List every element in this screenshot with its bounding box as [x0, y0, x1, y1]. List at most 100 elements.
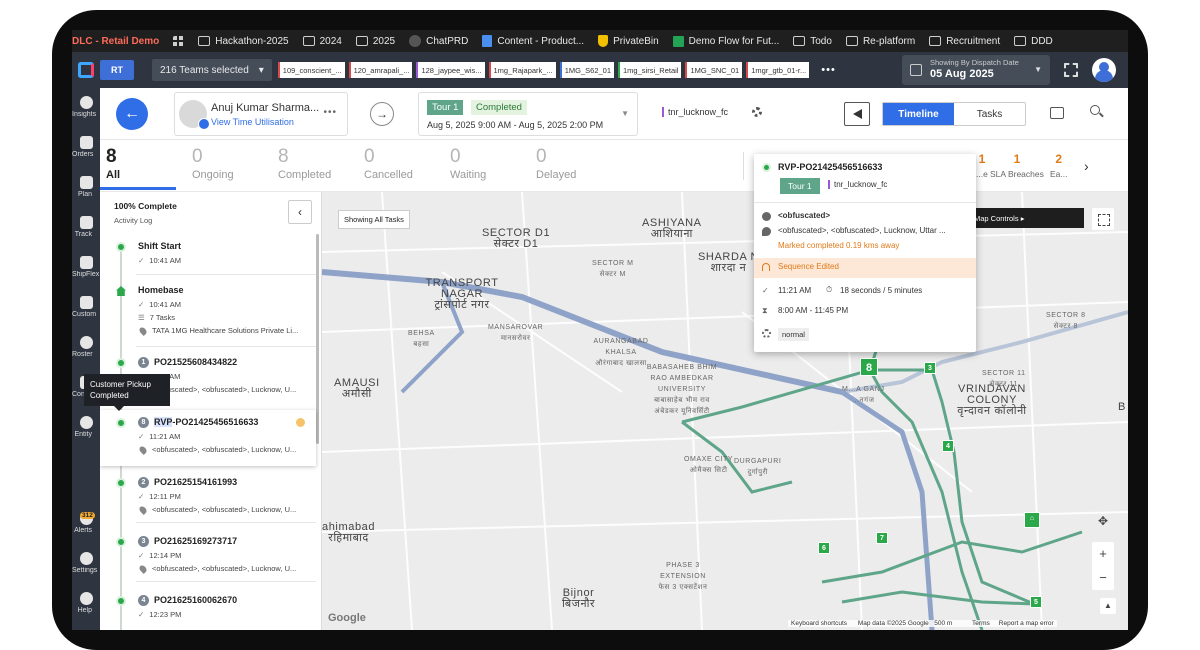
insights-icon [79, 96, 93, 109]
back-button[interactable]: ← [116, 98, 148, 130]
team-chip[interactable]: 1MG_SNC_01 [685, 62, 743, 78]
map-stop-marker[interactable]: 3 [924, 362, 936, 374]
timeline-task[interactable]: 4 PO21625160062670 ✓ 12:23 PM [100, 592, 316, 630]
teams-selector[interactable]: 216 Teams selected ▾ [152, 59, 272, 81]
collapse-panel-button[interactable]: ‹ [288, 200, 312, 224]
keyboard-shortcuts-link[interactable]: Keyboard shortcuts [791, 620, 847, 627]
stat-sla-breaches[interactable]: 1 SLA Breaches [990, 152, 1044, 179]
completion-distance: Marked completed 0.19 kms away [778, 241, 900, 250]
pan-icon[interactable]: ✥ [1094, 514, 1112, 532]
shield-icon [598, 35, 609, 47]
bookmark-ddd[interactable]: DDD [1014, 36, 1053, 47]
map-stop-marker[interactable]: 4 [942, 440, 954, 452]
team-chip[interactable]: 1mgr_gtb_01-r... [746, 62, 810, 78]
bookmark-privatebin[interactable]: PrivateBin [598, 35, 659, 47]
bookmark-dlc-retail-demo[interactable]: DLC - Retail Demo [72, 36, 159, 47]
divider [136, 522, 316, 523]
stat-ongoing[interactable]: 0 Ongoing [192, 146, 234, 181]
zoom-in-button[interactable]: + [1092, 542, 1114, 566]
map-fullscreen-button[interactable] [1092, 208, 1114, 230]
chevron-right-icon[interactable]: › [1084, 158, 1089, 174]
bookmark-replatform[interactable]: Re-platform [845, 36, 915, 47]
timeline-event-shift-start[interactable]: Shift Start ✓ 10:41 AM [100, 240, 316, 276]
user-avatar-icon[interactable] [1092, 58, 1116, 82]
nav-track[interactable]: Track [72, 216, 100, 238]
timeline-event-homebase[interactable]: Homebase ✓ 10:41 AM ☰ 7 Tasks TATA 1MG Hea… [100, 284, 316, 347]
nav-roster[interactable]: Roster [72, 336, 100, 358]
view-time-utilisation-link[interactable]: View Time Utilisation [211, 117, 294, 127]
agent-card[interactable]: Anuj Kumar Sharma... View Time Utilisati… [174, 92, 348, 136]
map-stop-marker[interactable]: 5 [1030, 596, 1042, 608]
map-controls-button[interactable]: Map Controls ▸ [974, 208, 1084, 228]
map-stop-marker[interactable]: 6 [818, 542, 830, 554]
megaphone-button[interactable] [844, 102, 870, 126]
id-card-icon[interactable] [1050, 107, 1064, 119]
top-app-bar: RT 216 Teams selected ▾ 109_conscient_...… [72, 52, 1128, 88]
bookmark-2024[interactable]: 2024 [302, 36, 342, 47]
map-homebase-marker[interactable]: ⌂ [1024, 512, 1040, 528]
bookmark-recruitment[interactable]: Recruitment [929, 36, 1000, 47]
activity-log-link[interactable]: Activity Log [114, 216, 152, 225]
tour-selector[interactable]: Tour 1 Completed Aug 5, 2025 9:00 AM - A… [418, 92, 638, 136]
team-chip[interactable]: 128_jaypee_wis... [416, 62, 485, 78]
next-agent-button[interactable]: → [370, 102, 394, 126]
chevron-up-icon[interactable]: ▲ [1100, 598, 1116, 614]
tab-tasks[interactable]: Tasks [954, 103, 1025, 125]
tab-timeline[interactable]: Timeline [883, 103, 954, 125]
nav-help[interactable]: Help [72, 592, 100, 614]
bookmark-todo[interactable]: Todo [793, 36, 832, 47]
divider [754, 202, 976, 203]
terms-link[interactable]: Terms [972, 620, 990, 627]
bookmark-apps[interactable] [173, 35, 185, 47]
fullscreen-icon[interactable] [1064, 63, 1078, 77]
location-pin-icon [138, 445, 148, 455]
task-detail-popup[interactable]: RVP-PO21425456516633 Tour 1 tnr_lucknow_… [754, 154, 976, 352]
hub-tag: tnr_lucknow_fc [828, 180, 887, 189]
stat-cancelled[interactable]: 0 Cancelled [364, 146, 413, 181]
stat-all[interactable]: 8 All [106, 146, 120, 181]
bookmark-content-product[interactable]: Content - Product... [482, 35, 584, 47]
bookmark-hackathon[interactable]: Hackathon-2025 [198, 36, 289, 47]
stat-early[interactable]: 2 Ea... [1050, 152, 1067, 179]
team-chip[interactable]: 1MG_S62_01 [559, 62, 615, 78]
bookmark-demo-flow[interactable]: Demo Flow for Fut... [672, 35, 779, 47]
bookmark-chatprd[interactable]: ChatPRD [409, 35, 468, 47]
nav-plan[interactable]: Plan [72, 176, 100, 198]
gear-icon [79, 336, 93, 349]
stat-waiting[interactable]: 0 Waiting [450, 146, 486, 181]
team-chip[interactable]: 1mg_Rajapark_... [488, 62, 556, 78]
timeline-task-selected[interactable]: 8 RVP-PO21425456516633 ✓ 11:21 AM <obfusc… [100, 410, 316, 466]
nav-shipflex[interactable]: ShipFlex [72, 256, 100, 278]
zoom-out-button[interactable]: − [1092, 566, 1114, 590]
nav-entity[interactable]: Entity [72, 416, 100, 438]
map-view[interactable]: Showing All Tasks SECTOR D1 सेक्टर D1 ASH… [322, 192, 1128, 630]
scrollbar[interactable] [316, 234, 319, 444]
team-chip[interactable]: 120_amrapali_... [348, 62, 413, 78]
agent-more-button[interactable]: ••• [323, 107, 337, 118]
dispatch-date-picker[interactable]: Showing By Dispatch Date 05 Aug 2025 ▼ [902, 55, 1050, 85]
gear-icon[interactable] [752, 107, 762, 117]
nav-orders[interactable]: Orders [72, 136, 100, 158]
rt-button[interactable]: RT [100, 60, 134, 80]
nav-custom[interactable]: Custom [72, 296, 100, 318]
timeline-task[interactable]: 2 PO21625154161993 ✓ 12:11 PM <obfuscated… [100, 474, 316, 524]
bookmark-2025[interactable]: 2025 [355, 36, 395, 47]
map-place-label: PHASE 3 EXTENSION फेस 3 एक्सटेंशन [658, 562, 708, 591]
check-icon: ✓ [138, 492, 145, 501]
report-map-error-link[interactable]: Report a map error [999, 620, 1054, 627]
search-icon[interactable] [1090, 105, 1100, 115]
stat-delayed[interactable]: 0 Delayed [536, 146, 576, 181]
team-chip[interactable]: 109_conscient_... [277, 62, 345, 78]
nav-insights[interactable]: Insights [72, 96, 100, 118]
stat-sla-1[interactable]: 1 ...e [976, 152, 988, 179]
stat-completed[interactable]: 8 Completed [278, 146, 331, 181]
nav-settings[interactable]: Settings [72, 552, 100, 574]
timeline-task[interactable]: 3 PO21625169273717 ✓ 12:14 PM <obfuscated… [100, 533, 316, 583]
home-icon [116, 286, 126, 296]
map-stop-marker[interactable]: 7 [876, 532, 888, 544]
more-teams-button[interactable]: ••• [821, 64, 836, 76]
map-stop-marker[interactable]: 8 [860, 358, 878, 376]
app-logo[interactable] [72, 52, 100, 88]
nav-alerts[interactable]: 312 Alerts [72, 512, 100, 534]
team-chip[interactable]: 1mg_sirsi_Retail [618, 62, 682, 78]
